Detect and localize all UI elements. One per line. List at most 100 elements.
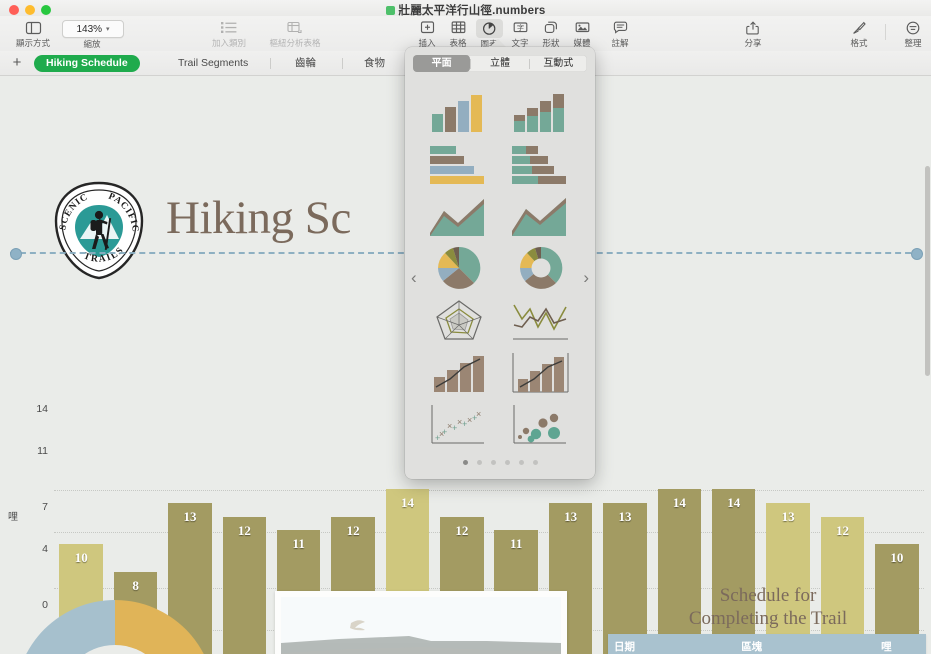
sheet-tab-gear[interactable]: 齒輪 bbox=[283, 55, 328, 72]
toolbar-table[interactable]: 表格 bbox=[442, 19, 474, 49]
text-box-icon: 字 bbox=[513, 19, 528, 36]
table-header-row: 日期 區塊 哩 bbox=[608, 634, 926, 654]
bar-value-label: 12 bbox=[223, 523, 267, 539]
sheet-tab-food[interactable]: 食物 bbox=[352, 55, 397, 72]
bar-value-label: 11 bbox=[494, 536, 538, 552]
zoom-stepper[interactable]: 143% ▾ bbox=[62, 20, 124, 38]
toolbar-organize[interactable]: 整理 bbox=[897, 19, 929, 49]
y-tick-11: 11 bbox=[12, 445, 48, 457]
page-dot-1[interactable] bbox=[463, 460, 468, 465]
chart-thumb-scatter-chart[interactable]: +++ ++ ××× ×× bbox=[428, 401, 490, 447]
column-header-section[interactable]: 區塊 bbox=[735, 634, 875, 654]
vertical-scrollbar[interactable] bbox=[925, 166, 930, 376]
toolbar-media[interactable]: 媒體 bbox=[566, 19, 598, 49]
add-sheet-button[interactable]: + bbox=[10, 55, 24, 70]
chart-thumb-area-chart[interactable] bbox=[428, 193, 490, 239]
chart-thumb-column-chart[interactable] bbox=[428, 89, 490, 135]
toolbar-insert[interactable]: 插入 bbox=[411, 19, 443, 49]
pivot-icon bbox=[287, 19, 303, 36]
list-icon bbox=[221, 19, 237, 36]
popover-page-dots[interactable] bbox=[405, 460, 595, 465]
bar-value-label: 8 bbox=[114, 578, 158, 594]
plus-box-icon bbox=[420, 19, 435, 36]
bar-value-label: 14 bbox=[386, 495, 430, 511]
segment-interactive[interactable]: 互動式 bbox=[530, 55, 587, 72]
y-tick-4: 4 bbox=[12, 543, 48, 555]
toolbar-format[interactable]: 格式 bbox=[843, 19, 875, 49]
bar-三-10[interactable]: 13 bbox=[603, 503, 647, 654]
sheet-tab-hiking-schedule[interactable]: Hiking Schedule bbox=[34, 55, 140, 72]
toolbar-format-label: 格式 bbox=[850, 37, 867, 49]
toolbar-add-category[interactable]: 加入類別 bbox=[202, 19, 256, 49]
toolbar-view-label: 顯示方式 bbox=[16, 37, 50, 49]
shape-icon bbox=[544, 19, 559, 36]
bar-value-label: 14 bbox=[712, 495, 756, 511]
toolbar-comment[interactable]: 註解 bbox=[604, 19, 636, 49]
numbers-window: 壯麗太平洋行山徑.numbers 顯示方式 143% ▾ 縮放 bbox=[0, 0, 931, 654]
chart-type-segmented-control[interactable]: 平面 立體 互動式 bbox=[413, 55, 587, 72]
page-dot-6[interactable] bbox=[533, 460, 538, 465]
bar-value-label: 10 bbox=[59, 550, 103, 566]
bar-三-3[interactable]: 12 bbox=[223, 517, 267, 654]
chart-thumb-column-line-axis-chart[interactable] bbox=[510, 349, 572, 395]
chart-thumb-line-chart[interactable] bbox=[510, 297, 572, 343]
chart-thumb-donut-chart[interactable] bbox=[510, 245, 572, 291]
y-tick-14: 14 bbox=[12, 403, 48, 415]
segment-2d[interactable]: 平面 bbox=[413, 55, 470, 72]
chart-thumb-pie-chart[interactable] bbox=[428, 245, 490, 291]
svg-text:×: × bbox=[447, 421, 452, 431]
y-tick-7: 7 bbox=[12, 501, 48, 513]
chart-thumb-stacked-area-chart[interactable] bbox=[510, 193, 572, 239]
svg-text:×: × bbox=[457, 417, 462, 427]
chart-thumb-stacked-bar-chart[interactable] bbox=[510, 141, 572, 187]
svg-text:字: 字 bbox=[517, 23, 524, 32]
bar-value-label: 10 bbox=[875, 550, 919, 566]
page-dot-5[interactable] bbox=[519, 460, 524, 465]
toolbar-view[interactable]: 顯示方式 bbox=[6, 19, 60, 49]
chart-thumb-bubble-chart[interactable] bbox=[510, 401, 572, 447]
zoom-value: 143% bbox=[76, 24, 102, 35]
schedule-table[interactable]: 日期 區塊 哩 2015年7月5–20日 California Sections… bbox=[608, 634, 926, 654]
sheet-heading: Hiking Sc bbox=[166, 191, 351, 245]
toolbar-shape[interactable]: 形狀 bbox=[535, 19, 567, 49]
popover-prev-arrow[interactable]: ‹ bbox=[411, 269, 417, 286]
page-dot-4[interactable] bbox=[505, 460, 510, 465]
column-header-date[interactable]: 日期 bbox=[608, 634, 735, 654]
bar-value-label: 12 bbox=[331, 523, 375, 539]
column-header-miles[interactable]: 哩 bbox=[875, 634, 926, 654]
schedule-title: Schedule for Completing the Trail bbox=[608, 584, 928, 630]
schedule-title-line-1: Schedule for bbox=[608, 584, 928, 607]
toolbar-share-label: 分享 bbox=[744, 37, 761, 49]
bar-value-label: 13 bbox=[168, 509, 212, 525]
share-icon bbox=[746, 19, 760, 36]
bar-value-label: 13 bbox=[766, 509, 810, 525]
toolbar-share[interactable]: 分享 bbox=[737, 19, 769, 49]
toolbar-text[interactable]: 字 文字 bbox=[504, 19, 536, 49]
toolbar-pivot-table-label: 樞紐分析表格 bbox=[269, 37, 320, 49]
chart-thumb-column-line-chart[interactable] bbox=[428, 349, 490, 395]
bar-六-13[interactable]: 13 bbox=[766, 503, 810, 654]
paintbrush-icon bbox=[852, 19, 866, 36]
media-image-icon bbox=[575, 19, 590, 36]
chart-thumb-bar-chart[interactable] bbox=[428, 141, 490, 187]
toolbar-add-category-label: 加入類別 bbox=[212, 37, 246, 49]
chart-thumb-stacked-column-chart[interactable] bbox=[510, 89, 572, 135]
trail-photo-frame[interactable] bbox=[275, 591, 567, 654]
segment-3d[interactable]: 立體 bbox=[471, 55, 528, 72]
chart-thumb-radar-chart[interactable] bbox=[428, 297, 490, 343]
svg-text:×: × bbox=[467, 415, 472, 425]
chevron-down-icon: ▾ bbox=[106, 25, 110, 33]
sheet-tab-trail-segments[interactable]: Trail Segments bbox=[166, 55, 260, 72]
toolbar-zoom-label: 縮放 bbox=[62, 38, 122, 50]
schedule-title-line-2: Completing the Trail bbox=[608, 607, 928, 630]
toolbar-pivot-table[interactable]: 樞紐分析表格 bbox=[258, 19, 332, 49]
chart-picker-popover[interactable]: 平面 立體 互動式 ‹ › bbox=[405, 47, 595, 479]
y-tick-0: 0 bbox=[12, 599, 48, 611]
toolbar-comment-label: 註解 bbox=[611, 37, 628, 49]
bar-value-label: 12 bbox=[821, 523, 865, 539]
organize-icon bbox=[906, 19, 920, 36]
svg-text:×: × bbox=[476, 409, 481, 419]
page-dot-2[interactable] bbox=[477, 460, 482, 465]
popover-next-arrow[interactable]: › bbox=[583, 269, 589, 286]
page-dot-3[interactable] bbox=[491, 460, 496, 465]
